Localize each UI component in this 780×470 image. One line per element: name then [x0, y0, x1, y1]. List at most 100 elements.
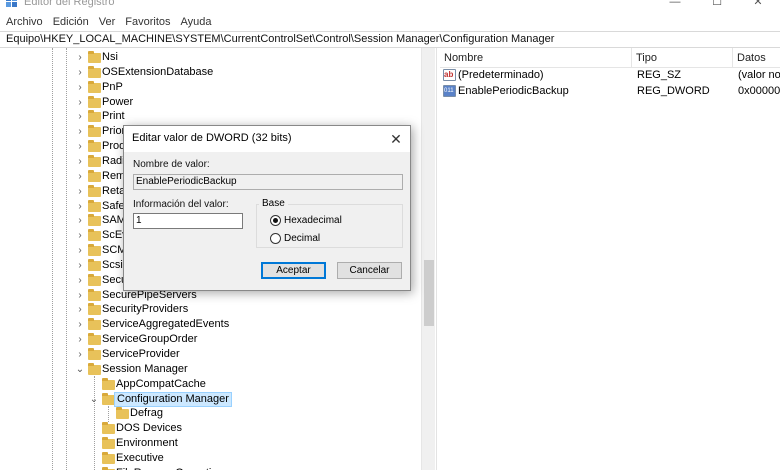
menu-favoritos[interactable]: Favoritos [125, 16, 170, 28]
value-data-input[interactable]: 1 [133, 213, 243, 229]
address-bar[interactable]: Equipo\HKEY_LOCAL_MACHINE\SYSTEM\Current… [0, 31, 780, 48]
chevron-right-icon[interactable]: › [75, 139, 85, 154]
chevron-right-icon[interactable]: › [75, 109, 85, 124]
tree-item-label: Executive [116, 451, 164, 464]
tree-item[interactable]: DOS Devices [0, 421, 421, 436]
menu-ayuda[interactable]: Ayuda [181, 16, 212, 28]
tree-item[interactable]: › ServiceProvider [0, 347, 421, 362]
minimize-button[interactable]: — [655, 0, 695, 10]
chevron-right-icon[interactable]: › [75, 243, 85, 258]
list-row[interactable]: EnablePeriodicBackup REG_DWORD 0x0000000… [440, 83, 780, 99]
column-header-data[interactable]: Datos [733, 48, 780, 68]
tree-item[interactable]: › OSExtensionDatabase [0, 65, 421, 80]
radio-checked-icon[interactable] [270, 215, 281, 226]
menu-bar: Archivo Edición Ver Favoritos Ayuda [0, 13, 780, 31]
tree-item-label: ServiceGroupOrder [102, 333, 198, 346]
chevron-right-icon[interactable]: › [75, 213, 85, 228]
value-name: (Predeterminado) [458, 69, 544, 81]
chevron-right-icon[interactable]: › [75, 124, 85, 139]
chevron-right-icon[interactable]: › [75, 65, 85, 80]
tree-item[interactable]: FileRenameOperations [0, 466, 421, 470]
edit-dword-dialog: Editar valor de DWORD (32 bits) ✕ Nombre… [123, 125, 411, 291]
base-group-label: Base [259, 198, 288, 209]
value-data: 0x00000001 (1) [738, 85, 780, 97]
value-data-label: Información del valor: [133, 199, 229, 210]
tree-item-label: Power [102, 95, 134, 108]
value-name: EnablePeriodicBackup [458, 85, 569, 97]
tree-item-label: SecurityProviders [102, 303, 189, 316]
chevron-right-icon[interactable]: › [75, 199, 85, 214]
column-header-type[interactable]: Tipo [632, 48, 733, 68]
cancel-button[interactable]: Cancelar [337, 262, 402, 279]
tree-item-label: DOS Devices [116, 422, 183, 435]
chevron-right-icon[interactable]: › [75, 258, 85, 273]
ok-button[interactable]: Aceptar [261, 262, 326, 279]
tree-item[interactable]: › Power [0, 95, 421, 110]
chevron-right-icon[interactable]: › [75, 302, 85, 317]
registry-app-icon [6, 0, 17, 7]
chevron-down-icon[interactable]: ⌄ [75, 362, 85, 377]
menu-edicion[interactable]: Edición [53, 16, 89, 28]
list-header: Nombre Tipo Datos [440, 48, 780, 68]
chevron-down-icon[interactable]: ⌄ [89, 392, 99, 407]
tree-item-label: ServiceProvider [102, 348, 180, 360]
reg-dword-icon [443, 83, 456, 99]
chevron-right-icon[interactable]: › [75, 347, 85, 362]
tree-item[interactable]: Executive [0, 451, 421, 466]
tree-item[interactable]: Defrag [0, 406, 421, 421]
scrollbar-thumb[interactable] [424, 260, 434, 326]
values-list-pane[interactable]: Nombre Tipo Datos (Predeterminado) REG_S… [440, 48, 780, 470]
tree-item-label: Defrag [130, 407, 164, 420]
dialog-close-icon[interactable]: ✕ [386, 129, 406, 149]
tree-item-label: Print [102, 110, 125, 123]
radio-decimal[interactable]: Decimal [270, 232, 390, 246]
reg-sz-icon [443, 67, 456, 83]
chevron-right-icon[interactable]: › [75, 332, 85, 347]
tree-item-label: AppCompatCache [116, 377, 206, 390]
chevron-right-icon[interactable]: › [75, 50, 85, 65]
tree-item[interactable]: › ServiceAggregatedEvents [0, 317, 421, 332]
tree-item[interactable]: › ServiceGroupOrder [0, 332, 421, 347]
tree-item[interactable]: AppCompatCache [0, 377, 421, 392]
value-type: REG_DWORD [637, 85, 710, 97]
close-window-button[interactable]: ✕ [738, 0, 778, 10]
radio-hexadecimal[interactable]: Hexadecimal [270, 214, 390, 228]
tree-item[interactable]: › Print [0, 109, 421, 124]
tree-item[interactable]: › Nsi [0, 50, 421, 65]
chevron-right-icon[interactable]: › [75, 228, 85, 243]
maximize-button[interactable]: ☐ [697, 0, 737, 10]
window-title: Editor del Registro [24, 0, 115, 8]
menu-ver[interactable]: Ver [99, 16, 116, 28]
tree-vertical-scrollbar[interactable] [421, 48, 435, 470]
chevron-right-icon[interactable]: › [75, 95, 85, 110]
radio-hexadecimal-label: Hexadecimal [284, 215, 342, 226]
value-name-label: Nombre de valor: [133, 159, 210, 170]
tree-item-label: Environment [116, 437, 178, 450]
chevron-right-icon[interactable]: › [75, 80, 85, 95]
list-row[interactable]: (Predeterminado) REG_SZ (valor no establ… [440, 67, 780, 83]
chevron-right-icon[interactable]: › [75, 317, 85, 332]
dialog-titlebar[interactable]: Editar valor de DWORD (32 bits) ✕ [124, 126, 410, 152]
tree-item[interactable]: › SecurityProviders [0, 302, 421, 317]
tree-item-label: PnP [102, 80, 123, 93]
dialog-title: Editar valor de DWORD (32 bits) [132, 132, 292, 144]
tree-item-label: Session Manager [102, 362, 188, 375]
chevron-right-icon[interactable]: › [75, 288, 85, 303]
tree-item[interactable]: › PnP [0, 80, 421, 95]
tree-item[interactable]: ⌄ Session Manager [0, 362, 421, 377]
tree-item[interactable]: Environment [0, 436, 421, 451]
tree-item-label: Nsi [102, 51, 118, 63]
chevron-right-icon[interactable]: › [75, 169, 85, 184]
tree-item[interactable]: ⌄ Configuration Manager [0, 391, 421, 407]
column-header-name[interactable]: Nombre [440, 48, 632, 68]
value-type: REG_SZ [637, 69, 682, 81]
window-titlebar: Editor del Registro — ☐ ✕ [0, 0, 780, 12]
radio-unchecked-icon[interactable] [270, 233, 281, 244]
chevron-right-icon[interactable]: › [75, 154, 85, 169]
value-name-field: EnablePeriodicBackup [133, 174, 403, 190]
tree-item-label: FileRenameOperations [114, 466, 231, 470]
chevron-right-icon[interactable]: › [75, 273, 85, 288]
chevron-right-icon[interactable]: › [75, 184, 85, 199]
menu-archivo[interactable]: Archivo [6, 16, 43, 28]
tree-item-label: Configuration Manager [114, 391, 232, 407]
